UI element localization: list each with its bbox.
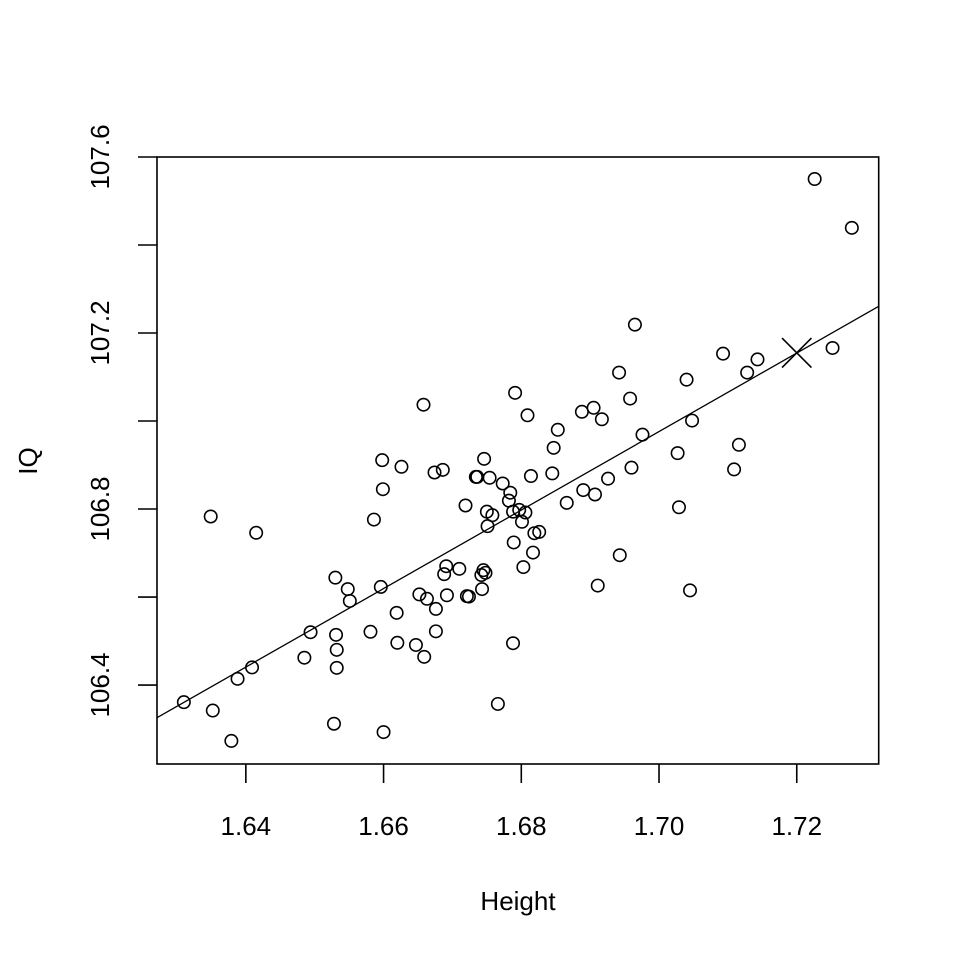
- scatter-chart: 1.64 1.66 1.68 1.70 1.72 106.4 106.8 107.2 107.…: [13, 124, 880, 916]
- data-point: [590, 578, 605, 593]
- data-point: [389, 605, 404, 620]
- data-point: [627, 317, 642, 332]
- data-point: [482, 470, 497, 485]
- data-point: [623, 391, 638, 406]
- data-point: [373, 579, 388, 594]
- data-point: [727, 462, 742, 477]
- data-point: [475, 582, 490, 597]
- data-point: [375, 482, 390, 497]
- data-point: [731, 437, 746, 452]
- data-point: [428, 601, 443, 616]
- y-tick-label: 106.4: [85, 652, 115, 717]
- data-point: [435, 462, 450, 477]
- data-point: [390, 635, 405, 650]
- data-point: [520, 408, 535, 423]
- y-axis: 106.4 106.8 107.2 107.6: [85, 124, 157, 718]
- y-tick-label: 106.8: [85, 476, 115, 541]
- data-point: [452, 561, 467, 576]
- data-point: [523, 469, 538, 484]
- data-point: [416, 397, 431, 412]
- data-point: [297, 650, 312, 665]
- data-point: [679, 372, 694, 387]
- data-point: [612, 548, 627, 563]
- data-point: [477, 451, 492, 466]
- data-point: [366, 512, 381, 527]
- data-point: [670, 446, 685, 461]
- data-point: [624, 460, 639, 475]
- data-point: [545, 466, 560, 481]
- data-point: [740, 365, 755, 380]
- data-point: [508, 385, 523, 400]
- data-point: [586, 400, 601, 415]
- data-point: [546, 440, 561, 455]
- data-point: [224, 733, 239, 748]
- data-point: [437, 567, 452, 582]
- data-point: [807, 172, 822, 187]
- data-point: [576, 483, 591, 498]
- data-point: [329, 660, 344, 675]
- prediction-x-marker: [781, 337, 813, 369]
- data-point: [716, 346, 731, 361]
- data-point: [363, 624, 378, 639]
- data-point: [329, 642, 344, 657]
- data-point: [458, 498, 473, 513]
- data-point: [612, 365, 627, 380]
- data-point: [340, 582, 355, 597]
- y-tick-label: 107.2: [85, 300, 115, 365]
- data-point: [474, 568, 489, 583]
- data-point: [516, 560, 531, 575]
- points-layer: [176, 172, 859, 748]
- data-point: [394, 459, 409, 474]
- data-point: [587, 487, 602, 502]
- regression-line-layer: [156, 305, 880, 719]
- data-point: [506, 535, 521, 550]
- data-point: [205, 703, 220, 718]
- x-tick-label: 1.68: [496, 811, 547, 841]
- data-point: [550, 422, 565, 437]
- data-point: [506, 636, 521, 651]
- data-point: [328, 570, 343, 585]
- y-axis-title: IQ: [13, 447, 43, 474]
- y-tick-label: 107.6: [85, 124, 115, 189]
- x-tick-label: 1.72: [771, 811, 822, 841]
- data-point: [574, 404, 589, 419]
- x-tick-label: 1.70: [634, 811, 685, 841]
- data-point: [408, 637, 423, 652]
- data-point: [526, 545, 541, 560]
- data-point: [249, 525, 264, 540]
- data-point: [490, 696, 505, 711]
- data-point: [825, 340, 840, 355]
- data-point: [844, 220, 859, 235]
- data-point: [439, 559, 454, 574]
- highlight-marker-layer: [781, 337, 813, 369]
- data-point: [685, 413, 700, 428]
- x-tick-label: 1.64: [221, 811, 272, 841]
- plot-frame: [156, 156, 880, 765]
- x-axis-title: Height: [480, 886, 556, 916]
- data-point: [559, 495, 574, 510]
- data-point: [594, 412, 609, 427]
- data-point: [326, 716, 341, 731]
- data-point: [601, 471, 616, 486]
- data-point: [750, 352, 765, 367]
- regression-line: [156, 305, 880, 719]
- x-axis: 1.64 1.66 1.68 1.70 1.72: [221, 764, 822, 841]
- data-point: [439, 588, 454, 603]
- data-point: [329, 627, 344, 642]
- data-point: [683, 583, 698, 598]
- data-point: [427, 465, 442, 480]
- data-point: [428, 624, 443, 639]
- data-point: [376, 725, 391, 740]
- x-tick-label: 1.66: [358, 811, 409, 841]
- data-point: [375, 453, 390, 468]
- data-point: [671, 500, 686, 515]
- data-point: [417, 649, 432, 664]
- data-point: [203, 509, 218, 524]
